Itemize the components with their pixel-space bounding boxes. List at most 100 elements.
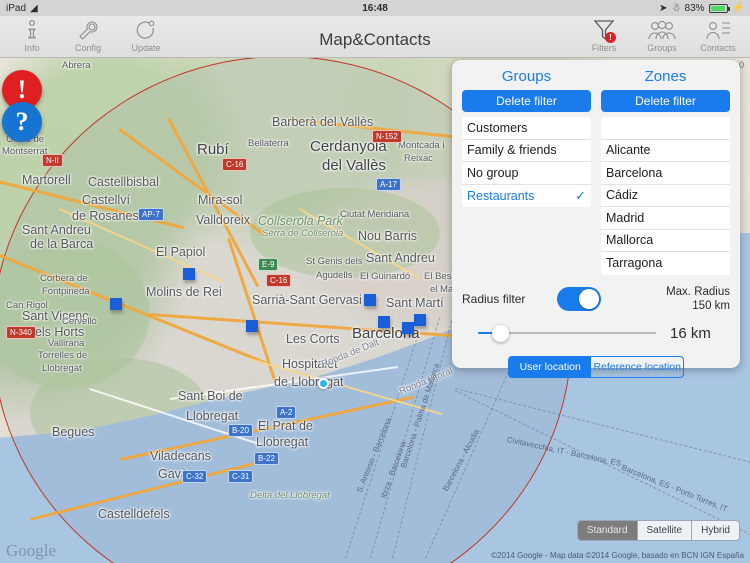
map-place-label: Vallirana bbox=[48, 338, 85, 349]
map-place-label: El Papiol bbox=[156, 245, 206, 259]
list-item[interactable]: Customers bbox=[462, 117, 591, 140]
map-place-label: Abrera bbox=[62, 60, 91, 71]
toolbar-button-contacts[interactable]: Contacts bbox=[688, 18, 748, 58]
location-mode-segmented-control[interactable]: User location Reference location bbox=[508, 355, 684, 378]
map-road-shield: A-2 bbox=[276, 406, 297, 419]
contact-marker[interactable] bbox=[183, 268, 195, 280]
contact-marker[interactable] bbox=[110, 298, 122, 310]
slider-knob[interactable] bbox=[492, 325, 509, 342]
list-item-label: Mallorca bbox=[606, 233, 654, 248]
map-road-shield: B-20 bbox=[228, 424, 253, 437]
map-road-shield: C-16 bbox=[266, 274, 292, 287]
list-item[interactable] bbox=[601, 117, 730, 140]
list-item[interactable]: Madrid bbox=[601, 207, 730, 230]
list-item-label: Cádiz bbox=[606, 188, 638, 203]
map-place-label: Castellví bbox=[82, 193, 130, 207]
list-item[interactable]: Cádiz bbox=[601, 185, 730, 207]
map-place-label: Castelldefels bbox=[98, 507, 170, 521]
map-road-shield: C-32 bbox=[182, 470, 208, 483]
user-location-dot bbox=[318, 378, 329, 389]
groups-delete-filter-button[interactable]: Delete filter bbox=[462, 90, 591, 112]
contact-marker[interactable] bbox=[364, 294, 376, 306]
map-place-label: Torrelles de bbox=[38, 350, 88, 361]
map-road-shield: B-22 bbox=[254, 452, 279, 465]
battery-percent: 83% bbox=[684, 2, 705, 14]
list-item[interactable]: Restaurants ✓ bbox=[462, 185, 591, 208]
groups-title: Groups bbox=[501, 68, 552, 85]
segment-reference-location[interactable]: Reference location bbox=[591, 357, 683, 377]
status-bar-time: 16:48 bbox=[362, 2, 388, 14]
map-road-shield: N-II bbox=[42, 154, 63, 167]
filters-panel: Groups Delete filter Customers Family & f… bbox=[452, 60, 740, 378]
zones-title: Zones bbox=[644, 68, 687, 85]
map-type-switcher[interactable]: Standard Satellite Hybrid bbox=[576, 520, 740, 541]
google-logo: Google bbox=[6, 541, 57, 560]
map-place-label: Fontpineda bbox=[42, 286, 90, 297]
map-place-label: de Llobregat bbox=[274, 375, 344, 389]
list-item[interactable]: Family & friends bbox=[462, 140, 591, 162]
map-place-label: del Vallès bbox=[322, 157, 386, 174]
contact-marker[interactable] bbox=[378, 316, 390, 328]
map-type-standard[interactable]: Standard bbox=[577, 521, 638, 540]
toolbar-button-filters[interactable]: ! Filters bbox=[574, 18, 634, 58]
list-item[interactable]: Tarragona bbox=[601, 252, 730, 275]
zones-list[interactable]: Alicante Barcelona Cádiz Madrid Mallorca Tarr… bbox=[601, 117, 730, 275]
map-place-label: Sant Boi de bbox=[178, 389, 243, 403]
map-type-hybrid[interactable]: Hybrid bbox=[692, 521, 739, 540]
map-place-label: Ciutat Meridiana bbox=[340, 209, 410, 220]
map-place-label: Martorell bbox=[22, 173, 71, 187]
toolbar-label-filters: Filters bbox=[591, 43, 617, 53]
charging-icon: ⚡ bbox=[731, 2, 744, 14]
battery-icon bbox=[708, 3, 730, 13]
groups-list[interactable]: Customers Family & friends No group Restaur… bbox=[462, 117, 591, 207]
radius-filter-section: Radius filter Max. Radius 150 km 16 km U… bbox=[462, 285, 730, 383]
list-item[interactable]: Barcelona bbox=[601, 162, 730, 185]
map-place-label: Bellaterra bbox=[248, 138, 289, 149]
map-place-label: Sarrià-Sant Gervasi bbox=[252, 293, 362, 307]
info-icon bbox=[24, 18, 40, 43]
map-place-label: Llobregat bbox=[186, 409, 239, 423]
toolbar-label-update: Update bbox=[131, 43, 161, 53]
help-glyph: ? bbox=[15, 107, 29, 136]
map-place-label: Barberà del Vallès bbox=[272, 115, 374, 129]
people-icon bbox=[647, 18, 677, 43]
map-place-label: Delta del Llobregat bbox=[250, 490, 330, 501]
map-place-label: Molins de Rei bbox=[146, 285, 222, 299]
map-road-shield: AP-7 bbox=[138, 208, 164, 221]
toolbar-button-update[interactable]: Update bbox=[116, 18, 176, 58]
radius-slider[interactable] bbox=[478, 325, 656, 342]
map-road-shield: C-31 bbox=[228, 470, 254, 483]
map-place-label: El Prat de bbox=[258, 419, 313, 433]
toolbar-label-config: Config bbox=[74, 43, 101, 53]
toolbar-button-groups[interactable]: Groups bbox=[632, 18, 692, 58]
map-type-satellite[interactable]: Satellite bbox=[638, 521, 693, 540]
list-item[interactable]: Mallorca bbox=[601, 230, 730, 252]
max-radius-block: Max. Radius 150 km bbox=[666, 285, 730, 313]
map-place-label: Sant Andreu bbox=[366, 251, 435, 265]
status-bar-right: ➤ ☃ 83% ⚡ bbox=[659, 3, 744, 14]
funnel-icon: ! bbox=[593, 18, 616, 43]
filters-badge: ! bbox=[605, 32, 616, 43]
help-badge[interactable]: ? bbox=[2, 102, 42, 142]
zones-column: Zones Delete filter Alicante Barcelona Cád… bbox=[601, 66, 730, 275]
radius-filter-toggle[interactable] bbox=[557, 286, 601, 311]
list-item-label: Family & friends bbox=[467, 143, 557, 158]
contact-marker[interactable] bbox=[402, 322, 414, 334]
map-place-label: Valldoreix bbox=[196, 213, 250, 227]
toolbar-button-info[interactable]: Info bbox=[2, 18, 62, 58]
list-item[interactable]: No group bbox=[462, 162, 591, 185]
map-road-shield: E-9 bbox=[258, 258, 279, 271]
zones-delete-filter-button[interactable]: Delete filter bbox=[601, 90, 730, 112]
map-road-shield: C-16 bbox=[222, 158, 248, 171]
toolbar: Map&Contacts Info Config Update ! Filter… bbox=[0, 16, 750, 58]
segment-user-location[interactable]: User location bbox=[509, 356, 592, 377]
map-place-label: Llobregat bbox=[42, 363, 82, 374]
map-place-label: Can Rigol bbox=[6, 300, 48, 311]
toolbar-button-config[interactable]: Config bbox=[58, 18, 118, 58]
list-item-label: Restaurants bbox=[467, 188, 535, 203]
list-item[interactable]: Alicante bbox=[601, 140, 730, 162]
contact-marker[interactable] bbox=[246, 320, 258, 332]
radius-slider-row: 16 km bbox=[462, 325, 730, 342]
wrench-icon bbox=[77, 18, 99, 43]
contact-marker[interactable] bbox=[414, 314, 426, 326]
